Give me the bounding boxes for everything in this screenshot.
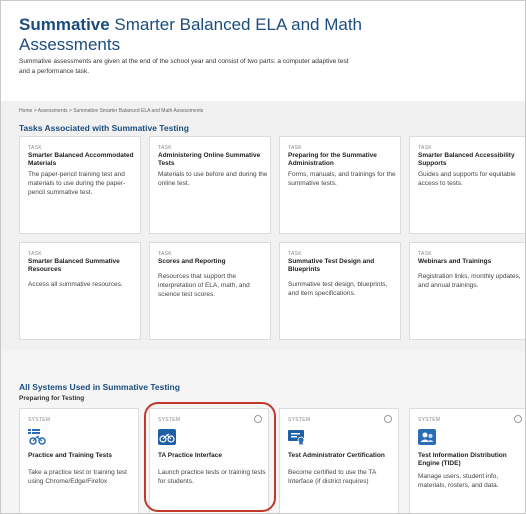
task-card[interactable]: TASK Smarter Balanced Accommodated Mater…	[19, 136, 141, 234]
systems-section-title: All Systems Used in Summative Testing	[19, 382, 180, 392]
page-description: Summative assessments are given at the e…	[19, 58, 349, 75]
task-card[interactable]: TASK Preparing for the Summative Adminis…	[279, 136, 401, 234]
card-title[interactable]: Test Administrator Certification	[288, 452, 396, 460]
card-kind-label: SYSTEM	[28, 417, 51, 423]
certificate-icon	[288, 430, 305, 445]
system-card[interactable]: SYSTEM Practice and Training Tests Take …	[19, 408, 139, 513]
systems-subsection-title: Preparing for Testing	[19, 395, 85, 402]
task-card[interactable]: TASK Webinars and Trainings Registration…	[409, 242, 525, 340]
card-description: Summative test design, blueprints, and i…	[288, 281, 388, 297]
card-description: The paper-pencil training test and mater…	[28, 171, 126, 196]
card-title[interactable]: Smarter Balanced Summative Resources	[28, 258, 138, 274]
card-kind-label: SYSTEM	[418, 417, 441, 423]
card-title[interactable]: Practice and Training Tests	[28, 452, 136, 460]
task-card[interactable]: TASK Summative Test Design and Blueprint…	[279, 242, 401, 340]
card-description: Become certified to use the TA Interface…	[288, 469, 376, 485]
card-title[interactable]: Preparing for the Summative Administrati…	[288, 152, 398, 168]
card-title[interactable]: Smarter Balanced Accommodated Materials	[28, 152, 138, 168]
page-title: Summative Smarter Balanced ELA and Math …	[19, 15, 459, 55]
card-description: Resources that support the interpretatio…	[158, 273, 250, 298]
card-description: Registration links, monthly updates, and…	[418, 273, 521, 289]
breadcrumb[interactable]: Home > Assessments > Summative Smarter B…	[19, 108, 203, 114]
card-description: Materials to use before and during the o…	[158, 171, 268, 187]
card-kind-label: TASK	[28, 251, 42, 257]
system-card[interactable]: SYSTEM Test Information Distribution Eng…	[409, 408, 525, 513]
card-description: Take a practice test or training test us…	[28, 469, 127, 485]
highlight-outline	[144, 402, 276, 512]
task-card[interactable]: TASK Smarter Balanced Accessibility Supp…	[409, 136, 525, 234]
info-icon[interactable]	[384, 415, 392, 423]
card-description: Access all summative resources.	[28, 281, 123, 288]
info-icon[interactable]	[514, 415, 522, 423]
card-description: Guides and supports for equitable access…	[418, 171, 516, 187]
card-kind-label: TASK	[418, 251, 432, 257]
users-icon	[418, 429, 436, 445]
card-description: Manage users, student info, materials, r…	[418, 473, 499, 489]
card-title[interactable]: Scores and Reporting	[158, 258, 268, 266]
card-title[interactable]: Smarter Balanced Accessibility Supports	[418, 152, 525, 168]
card-kind-label: TASK	[288, 145, 302, 151]
card-title[interactable]: Summative Test Design and Blueprints	[288, 258, 398, 274]
system-card[interactable]: SYSTEM Test Administrator Certification …	[279, 408, 399, 513]
task-card[interactable]: TASK Administering Online Summative Test…	[149, 136, 271, 234]
card-kind-label: TASK	[28, 145, 42, 151]
task-card[interactable]: TASK Scores and Reporting Resources that…	[149, 242, 271, 340]
page-title-bold: Summative	[19, 15, 110, 34]
bicycle-icon	[28, 429, 46, 445]
card-kind-label: TASK	[158, 145, 172, 151]
card-title[interactable]: Administering Online Summative Tests	[158, 152, 268, 168]
card-description: Forms, manuals, and trainings for the su…	[288, 171, 396, 187]
tasks-section-title: Tasks Associated with Summative Testing	[19, 123, 189, 133]
page-header: Summative Smarter Balanced ELA and Math …	[1, 1, 525, 101]
page-frame: Summative Smarter Balanced ELA and Math …	[0, 0, 526, 514]
card-kind-label: TASK	[418, 145, 432, 151]
card-title[interactable]: Webinars and Trainings	[418, 258, 525, 266]
card-kind-label: SYSTEM	[288, 417, 311, 423]
card-title[interactable]: Test Information Distribution Engine (TI…	[418, 452, 525, 468]
task-card[interactable]: TASK Smarter Balanced Summative Resource…	[19, 242, 141, 340]
card-kind-label: TASK	[158, 251, 172, 257]
card-kind-label: TASK	[288, 251, 302, 257]
